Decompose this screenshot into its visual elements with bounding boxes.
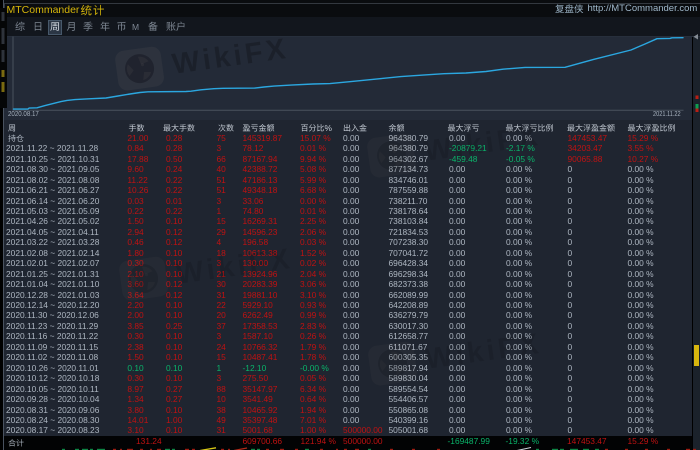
svg-text:WikiFX: WikiFX [422,120,543,168]
svg-text:WikiFX: WikiFX [174,243,295,291]
svg-text:WikiFX: WikiFX [423,328,544,376]
svg-text:WikiFX: WikiFX [170,33,291,81]
